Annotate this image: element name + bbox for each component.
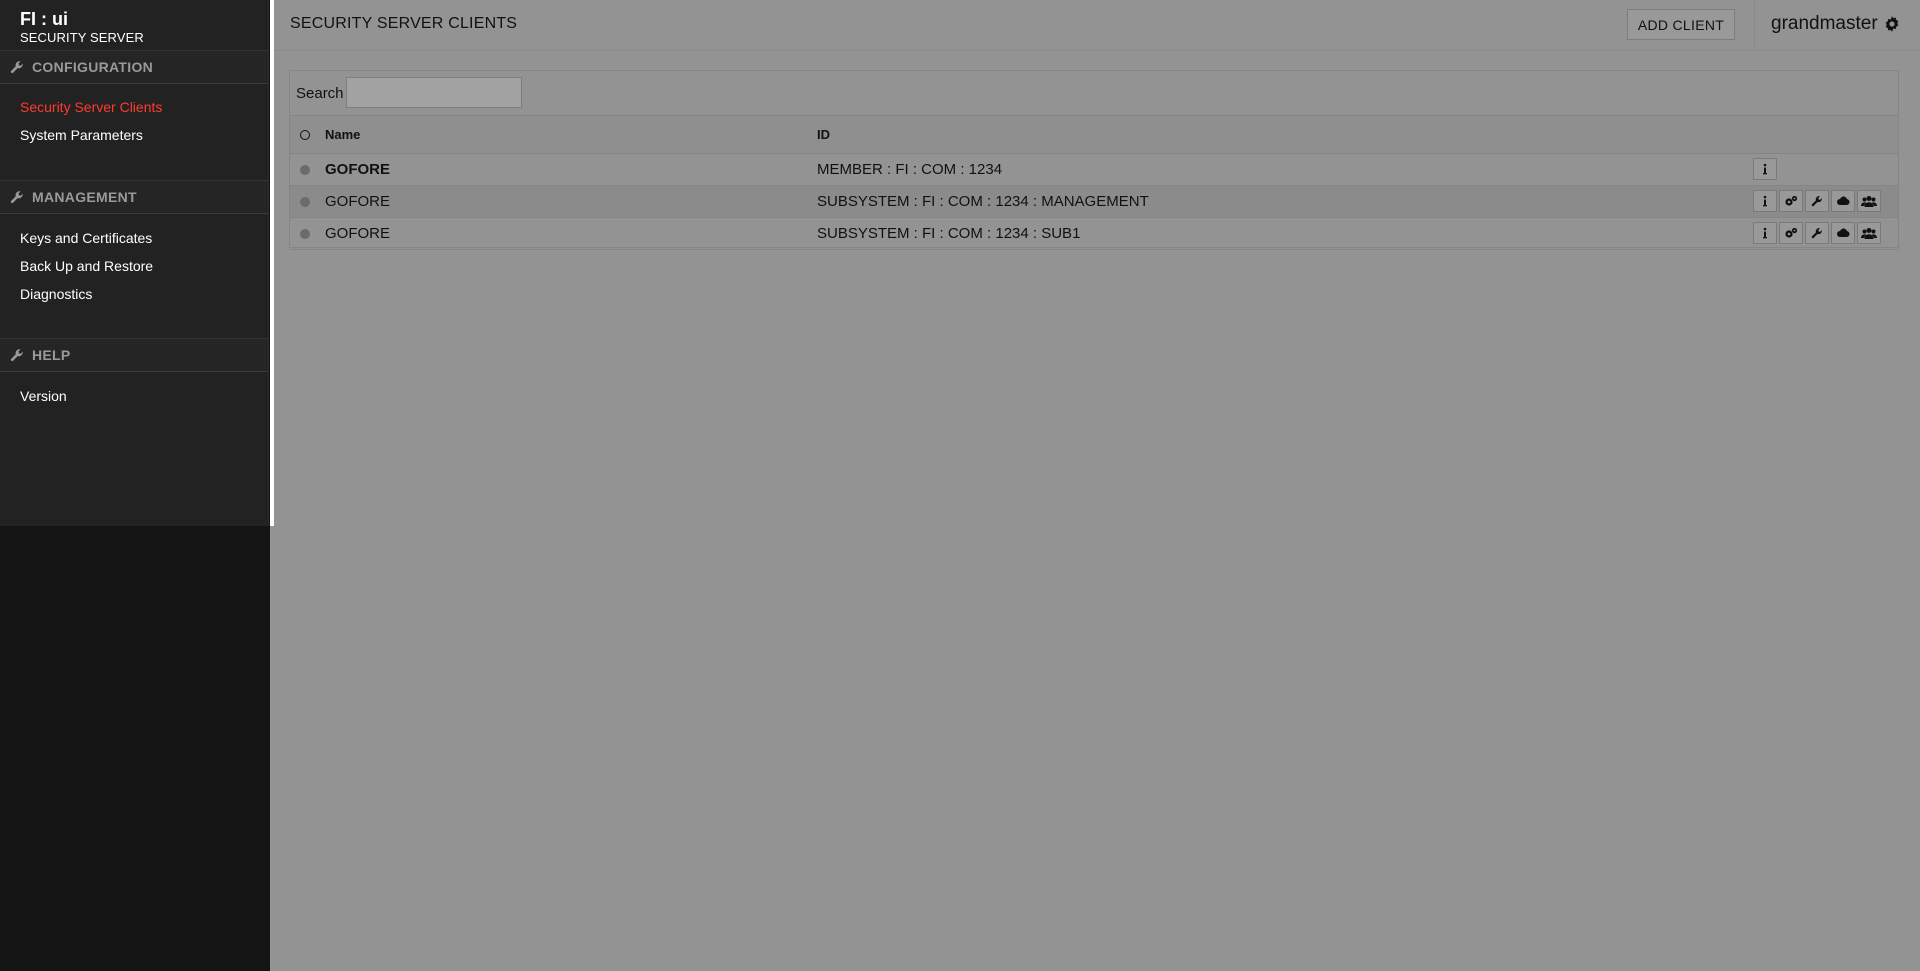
wrench-icon[interactable] — [1805, 190, 1829, 212]
table-header: Name ID — [290, 116, 1898, 154]
page-title: SECURITY SERVER CLIENTS — [290, 15, 518, 32]
client-id: SUBSYSTEM : FI : COM : 1234 : MANAGEMENT — [817, 193, 1149, 210]
wrench-icon — [10, 191, 23, 204]
section-configuration: CONFIGURATION — [0, 50, 268, 84]
nav-version[interactable]: Version — [20, 388, 67, 404]
nav-keys-and-certificates[interactable]: Keys and Certificates — [20, 230, 152, 246]
row-actions — [1753, 222, 1883, 244]
search-bar: Search — [290, 71, 1898, 116]
sidebar-panel: FI : ui SECURITY SERVER CONFIGURATION Se… — [0, 0, 269, 526]
nav-back-up-and-restore[interactable]: Back Up and Restore — [20, 258, 153, 274]
info-icon[interactable] — [1753, 222, 1777, 244]
table-row[interactable]: GOFORE SUBSYSTEM : FI : COM : 1234 : SUB… — [290, 218, 1898, 250]
status-dot — [300, 229, 310, 239]
row-actions — [1753, 158, 1779, 180]
select-all-radio[interactable] — [300, 130, 310, 140]
wrench-icon[interactable] — [1805, 222, 1829, 244]
brand-title: FI : ui — [20, 9, 68, 29]
cloud-icon[interactable] — [1831, 222, 1855, 244]
sidebar: FI : ui SECURITY SERVER CONFIGURATION Se… — [0, 0, 270, 971]
users-icon[interactable] — [1857, 222, 1881, 244]
header-divider — [1754, 0, 1755, 50]
section-help: HELP — [0, 338, 268, 372]
wrench-icon — [10, 349, 23, 362]
clients-panel: Search Name ID GOFORE MEMBER : FI : COM … — [289, 70, 1899, 250]
nav-system-parameters[interactable]: System Parameters — [20, 127, 143, 143]
search-input[interactable] — [346, 77, 522, 108]
section-management: MANAGEMENT — [0, 180, 268, 214]
column-id[interactable]: ID — [817, 127, 830, 142]
cloud-icon[interactable] — [1831, 190, 1855, 212]
wrench-icon — [10, 61, 23, 74]
users-icon[interactable] — [1857, 190, 1881, 212]
info-icon[interactable] — [1753, 190, 1777, 212]
status-dot — [300, 165, 310, 175]
gear-icon[interactable] — [1884, 16, 1900, 32]
gears-icon[interactable] — [1779, 190, 1803, 212]
search-label: Search — [296, 85, 344, 102]
column-name[interactable]: Name — [325, 127, 360, 142]
row-actions — [1753, 190, 1883, 212]
add-client-button[interactable]: ADD CLIENT — [1627, 9, 1735, 40]
page-header: SECURITY SERVER CLIENTS ADD CLIENT grand… — [274, 0, 1920, 51]
section-configuration-label: CONFIGURATION — [32, 59, 154, 75]
client-name: GOFORE — [325, 193, 391, 210]
client-id: MEMBER : FI : COM : 1234 — [817, 161, 1003, 178]
table-row[interactable]: GOFORE SUBSYSTEM : FI : COM : 1234 : MAN… — [290, 186, 1898, 218]
section-management-label: MANAGEMENT — [32, 189, 137, 205]
client-id: SUBSYSTEM : FI : COM : 1234 : SUB1 — [817, 225, 1081, 242]
status-dot — [300, 197, 310, 207]
user-menu[interactable]: grandmaster — [1771, 13, 1900, 35]
table-row[interactable]: GOFORE MEMBER : FI : COM : 1234 — [290, 154, 1898, 186]
client-name: GOFORE — [325, 225, 391, 242]
info-icon[interactable] — [1753, 158, 1777, 180]
brand-subtitle: SECURITY SERVER — [20, 30, 144, 45]
section-help-label: HELP — [32, 347, 71, 363]
client-name: GOFORE — [325, 161, 391, 178]
nav-diagnostics[interactable]: Diagnostics — [20, 286, 92, 302]
nav-security-server-clients[interactable]: Security Server Clients — [20, 99, 162, 115]
username: grandmaster — [1771, 13, 1878, 34]
sidebar-edge — [270, 0, 274, 526]
gears-icon[interactable] — [1779, 222, 1803, 244]
brand: FI : ui SECURITY SERVER — [20, 8, 144, 46]
